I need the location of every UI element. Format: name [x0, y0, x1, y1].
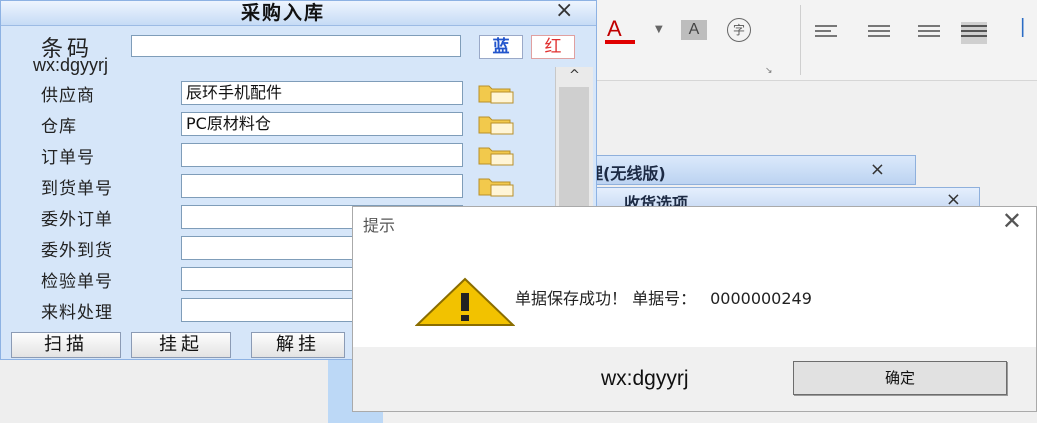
close-icon[interactable]: ✕	[1002, 207, 1022, 235]
supplier-input[interactable]: 辰环手机配件	[181, 81, 463, 105]
phonetic-guide-icon[interactable]: 字	[727, 18, 751, 42]
background-area-bottom	[0, 360, 330, 423]
barcode-input[interactable]	[131, 35, 461, 57]
folder-open-icon[interactable]	[477, 144, 517, 166]
chevron-down-icon[interactable]: ▼	[655, 24, 663, 35]
close-icon[interactable]: ×	[870, 159, 885, 180]
arrival-number-input[interactable]	[181, 174, 463, 198]
hold-button[interactable]: 挂起	[131, 332, 231, 358]
unhold-button[interactable]: 解挂	[251, 332, 345, 358]
supplier-label: 供应商	[41, 86, 95, 106]
prompt-dialog: 提示 ✕ 单据保存成功！ 单据号： 0000000249 wx:dgyyrj 确定	[352, 206, 1037, 412]
prompt-message: 单据保存成功！ 单据号： 0000000249	[515, 285, 812, 309]
dialog-titlebar: 采购入库 ×	[1, 0, 596, 26]
ribbon-toolbar: A ▼ A 字 ↘ ▏	[595, 0, 1037, 81]
outsource-arrival-label: 委外到货	[41, 241, 113, 261]
scan-button[interactable]: 扫描	[11, 332, 121, 358]
folder-open-icon[interactable]	[477, 82, 517, 104]
watermark-text: wx:dgyyrj	[33, 55, 109, 75]
red-mode-button[interactable]: 红	[531, 35, 575, 59]
scroll-up-icon[interactable]: ^	[556, 67, 593, 85]
arrival-number-label: 到货单号	[41, 179, 113, 199]
warehouse-input[interactable]: PC原材料仓	[181, 112, 463, 136]
ribbon-separator	[800, 5, 801, 75]
watermark-text: wx:dgyyrj	[601, 367, 689, 390]
prompt-title: 提示	[363, 216, 396, 235]
ok-button[interactable]: 确定	[793, 361, 1007, 395]
align-right-icon[interactable]	[918, 22, 944, 44]
distributed-icon[interactable]: ▏	[1022, 18, 1034, 44]
warehouse-label: 仓库	[41, 117, 77, 137]
dialog-title: 采购入库	[241, 2, 326, 24]
blue-mode-button[interactable]: 蓝	[479, 35, 523, 59]
incoming-handling-label: 来料处理	[41, 303, 113, 323]
folder-open-icon[interactable]	[477, 113, 517, 135]
close-icon[interactable]: ×	[555, 0, 573, 23]
prompt-footer: wx:dgyyrj 确定	[353, 347, 1036, 411]
prompt-message-text: 单据保存成功！ 单据号：	[515, 289, 697, 308]
character-shading-icon[interactable]: A	[681, 20, 707, 40]
warning-icon	[415, 277, 515, 326]
background-window-title: 理(无线版) ×	[578, 155, 916, 185]
outsource-order-label: 委外订单	[41, 210, 113, 230]
inspection-number-label: 检验单号	[41, 272, 113, 292]
dialog-launcher-icon[interactable]: ↘	[765, 66, 773, 76]
folder-open-icon[interactable]	[477, 175, 517, 197]
align-left-icon[interactable]	[815, 22, 841, 44]
align-center-icon[interactable]	[868, 22, 894, 44]
order-number-input[interactable]	[181, 143, 463, 167]
document-number: 0000000249	[710, 289, 812, 308]
background-window-title-text: 理(无线版)	[587, 164, 666, 183]
font-color-icon[interactable]: A	[607, 16, 622, 42]
order-number-label: 订单号	[41, 148, 95, 168]
font-color-bar	[605, 40, 635, 44]
justify-icon[interactable]	[961, 22, 987, 44]
